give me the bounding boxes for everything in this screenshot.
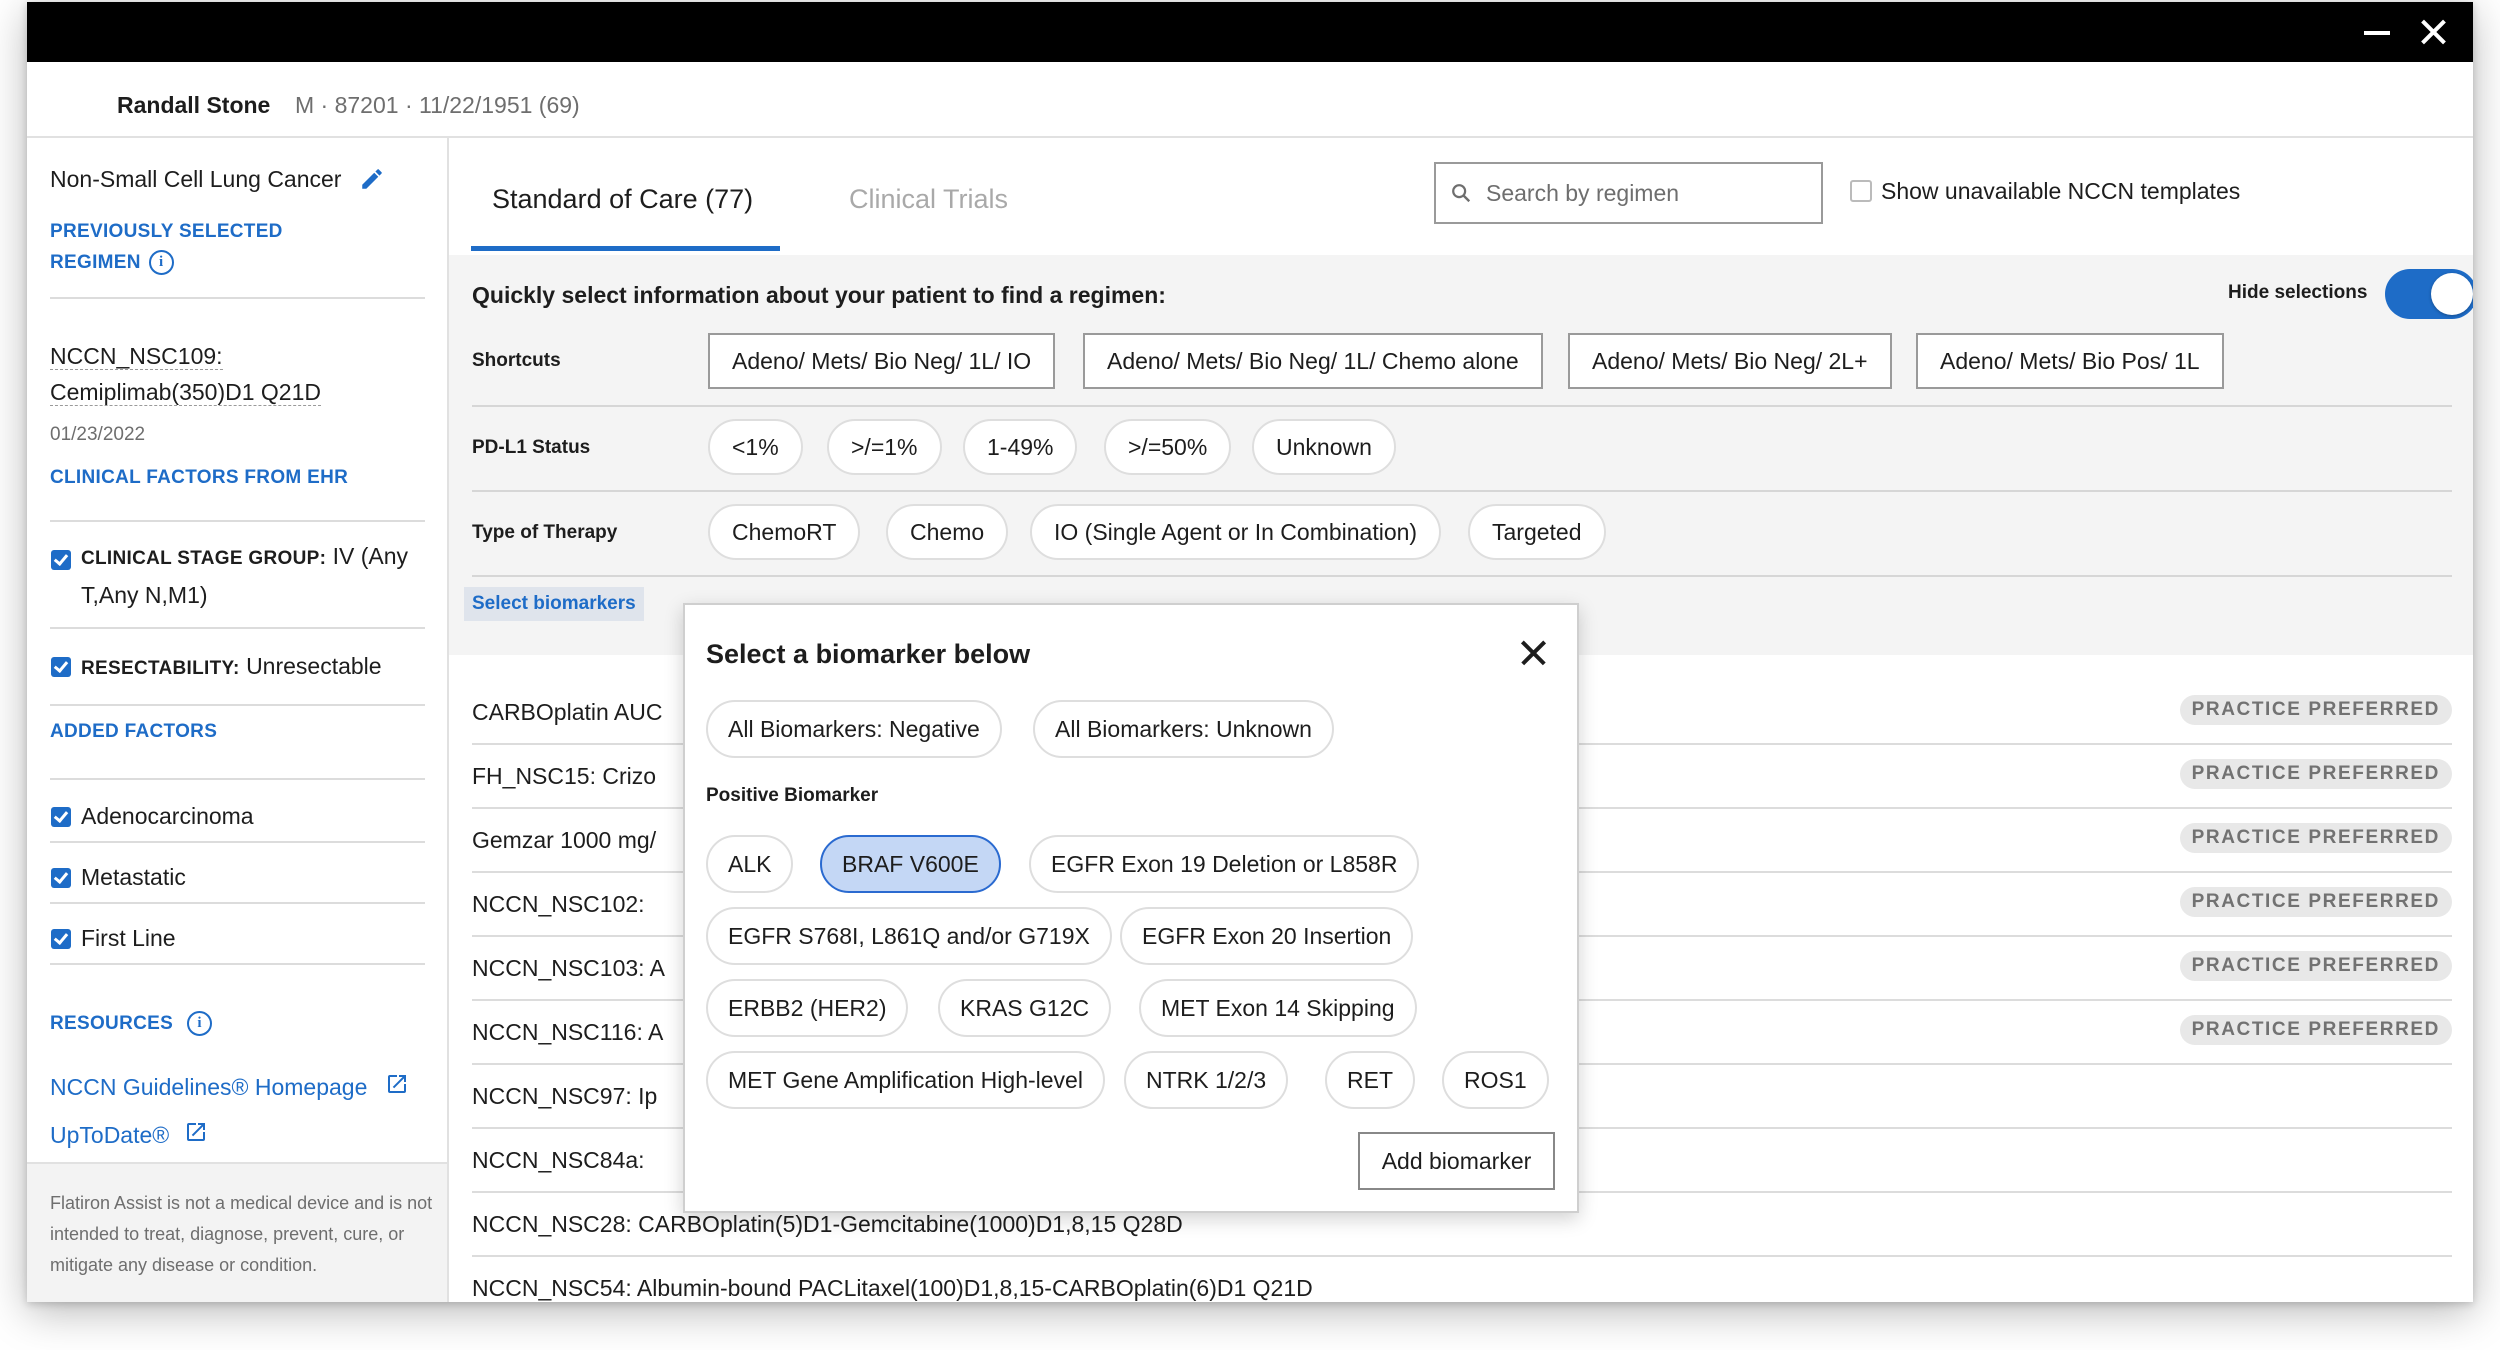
previous-regimen[interactable]: NCCN_NSC109: Cemiplimab(350)D1 Q21D bbox=[50, 338, 321, 410]
shortcut-chip[interactable]: Adeno/ Mets/ Bio Neg/ 2L+ bbox=[1568, 333, 1892, 389]
biomarker-chip[interactable]: MET Gene Amplification High-level bbox=[706, 1051, 1105, 1109]
filters-title: Quickly select information about your pa… bbox=[472, 282, 1166, 308]
pdl1-label: PD-L1 Status bbox=[472, 437, 591, 458]
factor-metastatic: Metastatic bbox=[81, 864, 186, 890]
hide-selections-label: Hide selections bbox=[2228, 282, 2368, 303]
filter-panel: Quickly select information about your pa… bbox=[449, 255, 2473, 655]
biomarker-chip[interactable]: EGFR Exon 20 Insertion bbox=[1120, 907, 1414, 965]
pdl1-chip[interactable]: Unknown bbox=[1252, 419, 1396, 475]
factor-adenocarcinoma: Adenocarcinoma bbox=[81, 803, 254, 829]
list-item[interactable]: NCCN_NSC54: Albumin-bound PACLitaxel(100… bbox=[472, 1255, 2452, 1302]
close-icon[interactable] bbox=[1515, 635, 1551, 671]
status-badge: PRACTICE PREFERRED bbox=[2179, 823, 2452, 853]
patient-name: Randall Stone bbox=[117, 92, 271, 118]
sidebar: Non-Small Cell Lung Cancer PREVIOUSLY SE… bbox=[27, 138, 449, 1302]
previous-regimen-date: 01/23/2022 bbox=[50, 424, 146, 445]
clinical-stage-factor: CLINICAL STAGE GROUP: IV (Any T,Any N,M1… bbox=[81, 543, 409, 608]
biomarker-chip[interactable]: ALK bbox=[706, 835, 794, 893]
resectability-checkbox[interactable] bbox=[51, 657, 71, 677]
biomarker-chip[interactable]: MET Exon 14 Skipping bbox=[1139, 979, 1417, 1037]
shortcuts-label: Shortcuts bbox=[472, 350, 561, 371]
previously-selected-title: PREVIOUSLY SELECTED REGIMEN i bbox=[50, 216, 283, 278]
shortcut-chip[interactable]: Adeno/ Mets/ Bio Neg/ 1L/ IO bbox=[708, 333, 1056, 389]
patient-header: Randall Stone M · 87201 · 11/22/1951 (69… bbox=[27, 62, 2473, 138]
shortcut-chip[interactable]: Adeno/ Mets/ Bio Neg/ 1L/ Chemo alone bbox=[1083, 333, 1543, 389]
status-badge: PRACTICE PREFERRED bbox=[2179, 887, 2452, 917]
external-link-icon[interactable] bbox=[385, 1072, 409, 1096]
pdl1-chip[interactable]: >/=50% bbox=[1104, 419, 1232, 475]
show-unavailable-label: Show unavailable NCCN templates bbox=[1881, 178, 2241, 204]
added-factors-title: ADDED FACTORS bbox=[50, 721, 218, 742]
search-input[interactable]: Search by regimen bbox=[1434, 162, 1823, 224]
tab-standard-of-care[interactable]: Standard of Care (77) bbox=[492, 184, 753, 215]
info-icon[interactable]: i bbox=[148, 250, 174, 276]
nccn-guidelines-link[interactable]: NCCN Guidelines® Homepage bbox=[50, 1074, 367, 1101]
biomarker-chip[interactable]: ROS1 bbox=[1442, 1051, 1549, 1109]
disclaimer: Flatiron Assist is not a medical device … bbox=[27, 1162, 447, 1302]
metastatic-checkbox[interactable] bbox=[51, 868, 71, 888]
biomarker-chip[interactable]: ERBB2 (HER2) bbox=[706, 979, 909, 1037]
clinical-factors-title: CLINICAL FACTORS FROM EHR bbox=[50, 467, 349, 488]
pdl1-chip[interactable]: >/=1% bbox=[827, 419, 942, 475]
app-window: Randall Stone M · 87201 · 11/22/1951 (69… bbox=[27, 2, 2473, 1302]
add-biomarker-button[interactable]: Add biomarker bbox=[1358, 1132, 1555, 1190]
active-tab-indicator bbox=[471, 246, 780, 251]
clinical-stage-checkbox[interactable] bbox=[51, 550, 71, 570]
tab-clinical-trials[interactable]: Clinical Trials bbox=[849, 184, 1008, 215]
therapy-label: Type of Therapy bbox=[472, 522, 618, 543]
show-unavailable-checkbox[interactable] bbox=[1850, 180, 1872, 202]
biomarker-chip[interactable]: NTRK 1/2/3 bbox=[1124, 1051, 1289, 1109]
biomarker-chip[interactable]: KRAS G12C bbox=[938, 979, 1112, 1037]
factor-first-line: First Line bbox=[81, 925, 176, 951]
biomarker-popup: Select a biomarker below All Biomarkers:… bbox=[683, 603, 1579, 1213]
biomarker-chip-selected[interactable]: BRAF V600E bbox=[820, 835, 1001, 893]
shortcut-chip[interactable]: Adeno/ Mets/ Bio Pos/ 1L bbox=[1916, 333, 2224, 389]
resectability-factor: RESECTABILITY: Unresectable bbox=[81, 653, 382, 679]
positive-biomarker-label: Positive Biomarker bbox=[706, 785, 879, 806]
title-bar bbox=[27, 2, 2473, 62]
patient-info: M · 87201 · 11/22/1951 (69) bbox=[295, 92, 580, 118]
therapy-chip[interactable]: Chemo bbox=[886, 504, 1009, 560]
therapy-chip[interactable]: Targeted bbox=[1468, 504, 1606, 560]
status-badge: PRACTICE PREFERRED bbox=[2179, 951, 2452, 981]
resources-title: RESOURCES i bbox=[50, 1008, 213, 1039]
biomarker-chip[interactable]: EGFR S768I, L861Q and/or G719X bbox=[706, 907, 1112, 965]
status-badge: PRACTICE PREFERRED bbox=[2179, 695, 2452, 725]
pdl1-chip[interactable]: <1% bbox=[708, 419, 803, 475]
search-placeholder: Search by regimen bbox=[1486, 180, 1680, 206]
status-badge: PRACTICE PREFERRED bbox=[2179, 759, 2452, 789]
diagnosis-label: Non-Small Cell Lung Cancer bbox=[50, 166, 342, 192]
popup-title: Select a biomarker below bbox=[706, 639, 1031, 669]
biomarker-chip[interactable]: All Biomarkers: Unknown bbox=[1033, 700, 1334, 758]
info-icon[interactable]: i bbox=[187, 1011, 213, 1037]
minimize-icon[interactable] bbox=[2347, 2, 2407, 62]
pdl1-chip[interactable]: 1-49% bbox=[963, 419, 1078, 475]
external-link-icon[interactable] bbox=[184, 1120, 208, 1144]
search-icon bbox=[1452, 184, 1471, 203]
hide-selections-toggle[interactable] bbox=[2385, 269, 2473, 319]
biomarker-chip[interactable]: EGFR Exon 19 Deletion or L858R bbox=[1029, 835, 1420, 893]
pencil-icon[interactable] bbox=[359, 166, 385, 192]
uptodate-link[interactable]: UpToDate® bbox=[50, 1122, 169, 1149]
select-biomarkers-link[interactable]: Select biomarkers bbox=[464, 587, 644, 621]
first-line-checkbox[interactable] bbox=[51, 929, 71, 949]
adenocarcinoma-checkbox[interactable] bbox=[51, 807, 71, 827]
biomarker-chip[interactable]: All Biomarkers: Negative bbox=[706, 700, 1002, 758]
status-badge: PRACTICE PREFERRED bbox=[2179, 1015, 2452, 1045]
biomarker-chip[interactable]: RET bbox=[1325, 1051, 1415, 1109]
therapy-chip[interactable]: IO (Single Agent or In Combination) bbox=[1030, 504, 1442, 560]
therapy-chip[interactable]: ChemoRT bbox=[708, 504, 861, 560]
close-window-icon[interactable] bbox=[2404, 2, 2464, 62]
